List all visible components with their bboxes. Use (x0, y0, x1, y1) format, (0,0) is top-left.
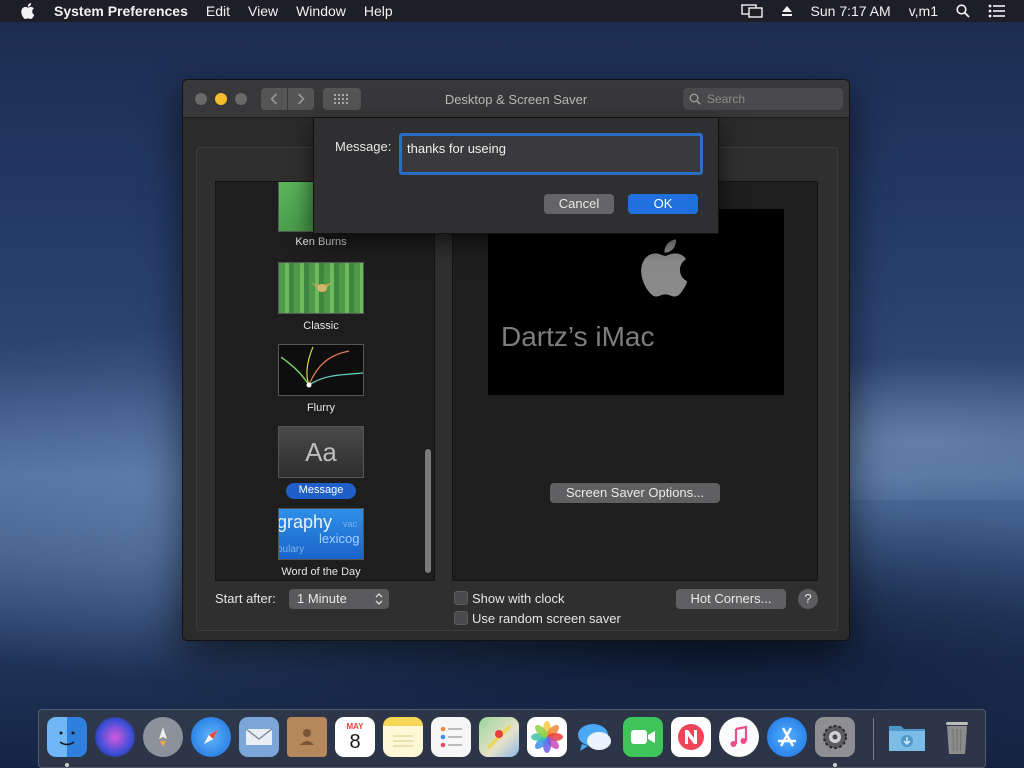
screen-saver-preview: Dartz’s iMac (488, 209, 784, 395)
screen-saver-options-button[interactable]: Screen Saver Options... (550, 483, 720, 503)
contacts-icon[interactable] (287, 717, 327, 757)
safari-icon[interactable] (191, 717, 231, 757)
search-icon (689, 93, 701, 105)
search-input[interactable] (707, 92, 827, 106)
launchpad-icon[interactable] (143, 717, 183, 757)
eject-icon[interactable] (781, 5, 793, 17)
running-indicator (833, 763, 837, 767)
menu-view[interactable]: View (248, 3, 278, 19)
message-field[interactable]: thanks for useing (399, 133, 703, 175)
flurry-thumbnail (278, 344, 364, 396)
cancel-button[interactable]: Cancel (544, 194, 614, 214)
start-after-label: Start after: (215, 591, 276, 606)
start-after-select[interactable]: 1 Minute (289, 589, 389, 609)
word-bulary: bulary (278, 544, 305, 555)
random-screen-saver-label: Use random screen saver (472, 611, 621, 626)
saver-label: Ken Burns (295, 236, 347, 248)
message-field-value: thanks for useing (407, 141, 507, 156)
facetime-icon[interactable] (623, 717, 663, 757)
up-down-chevron-icon (375, 589, 383, 614)
message-thumbnail: Aa (278, 426, 364, 478)
calendar-icon[interactable]: MAY 8 (335, 717, 375, 757)
spotlight-search-icon[interactable] (956, 4, 970, 18)
menu-help[interactable]: Help (364, 3, 393, 19)
hot-corners-button[interactable]: Hot Corners... (676, 589, 786, 609)
apple-menu-icon[interactable] (18, 0, 38, 22)
airplay-display-icon[interactable] (740, 4, 763, 18)
search-field[interactable] (683, 88, 843, 110)
notes-icon[interactable] (383, 717, 423, 757)
word-graphy: graphy (278, 512, 333, 532)
saver-label: Flurry (306, 402, 336, 414)
preview-area: Dartz’s iMac Screen Saver Options... (452, 181, 818, 581)
reminders-icon[interactable] (431, 717, 471, 757)
trash-icon[interactable] (937, 717, 977, 757)
itunes-icon[interactable] (719, 717, 759, 757)
calendar-month: MAY (346, 721, 364, 731)
menu-edit[interactable]: Edit (206, 3, 230, 19)
preview-machine-name: Dartz’s iMac (501, 321, 655, 352)
list-scrollbar[interactable] (421, 181, 435, 581)
system-preferences-icon[interactable] (815, 717, 855, 757)
screen-saver-list[interactable]: Ken Burns Classic Flurry Aa Message grap… (215, 181, 435, 581)
dock-separator (873, 718, 874, 760)
saver-label-selected: Message (298, 484, 344, 496)
show-with-clock-checkbox[interactable] (454, 591, 468, 605)
saver-word-of-the-day[interactable]: graphy lexicog bulary vac Word of the Da… (216, 508, 426, 580)
mail-icon[interactable] (239, 717, 279, 757)
random-screen-saver-checkbox[interactable] (454, 611, 468, 625)
start-after-value: 1 Minute (297, 591, 347, 606)
saver-message[interactable]: Aa Message (216, 426, 426, 499)
photos-icon[interactable] (527, 717, 567, 757)
word-lexicog: lexicog (319, 531, 360, 546)
message-sheet: Message: thanks for useing Cancel OK (313, 117, 719, 234)
notification-center-icon[interactable] (988, 4, 1006, 18)
saver-classic[interactable]: Classic (216, 262, 426, 332)
saver-label: Word of the Day (281, 566, 361, 578)
siri-icon[interactable] (95, 717, 135, 757)
window-titlebar: Desktop & Screen Saver (183, 80, 849, 118)
messages-icon[interactable] (575, 717, 615, 757)
app-store-icon[interactable] (767, 717, 807, 757)
finder-icon[interactable] (47, 717, 87, 757)
downloads-folder-icon[interactable] (887, 717, 927, 757)
help-button[interactable]: ? (798, 589, 818, 609)
word-of-the-day-thumbnail: graphy lexicog bulary vac (278, 508, 364, 560)
menu-window[interactable]: Window (296, 3, 346, 19)
menu-user[interactable]: v,m1 (909, 3, 938, 19)
show-with-clock-label: Show with clock (472, 591, 565, 606)
menu-clock[interactable]: Sun 7:17 AM (811, 3, 891, 19)
running-indicator (65, 763, 69, 767)
ok-button[interactable]: OK (628, 194, 698, 214)
bird-icon (311, 282, 333, 292)
news-icon[interactable] (671, 717, 711, 757)
word-vac: vac (343, 519, 358, 529)
saver-label: Classic (303, 320, 339, 332)
dock: MAY 8 (38, 709, 986, 768)
apple-logo-icon (641, 239, 688, 297)
calendar-day: 8 (349, 730, 361, 753)
menu-app-name[interactable]: System Preferences (54, 3, 188, 19)
saver-flurry[interactable]: Flurry (216, 344, 426, 414)
message-label: Message: (335, 139, 392, 154)
classic-thumbnail (278, 262, 364, 314)
menu-bar: System Preferences Edit View Window Help… (0, 0, 1024, 22)
flurry-streaks-icon (280, 346, 364, 388)
maps-icon[interactable] (479, 717, 519, 757)
scrollbar-knob[interactable] (425, 449, 431, 573)
